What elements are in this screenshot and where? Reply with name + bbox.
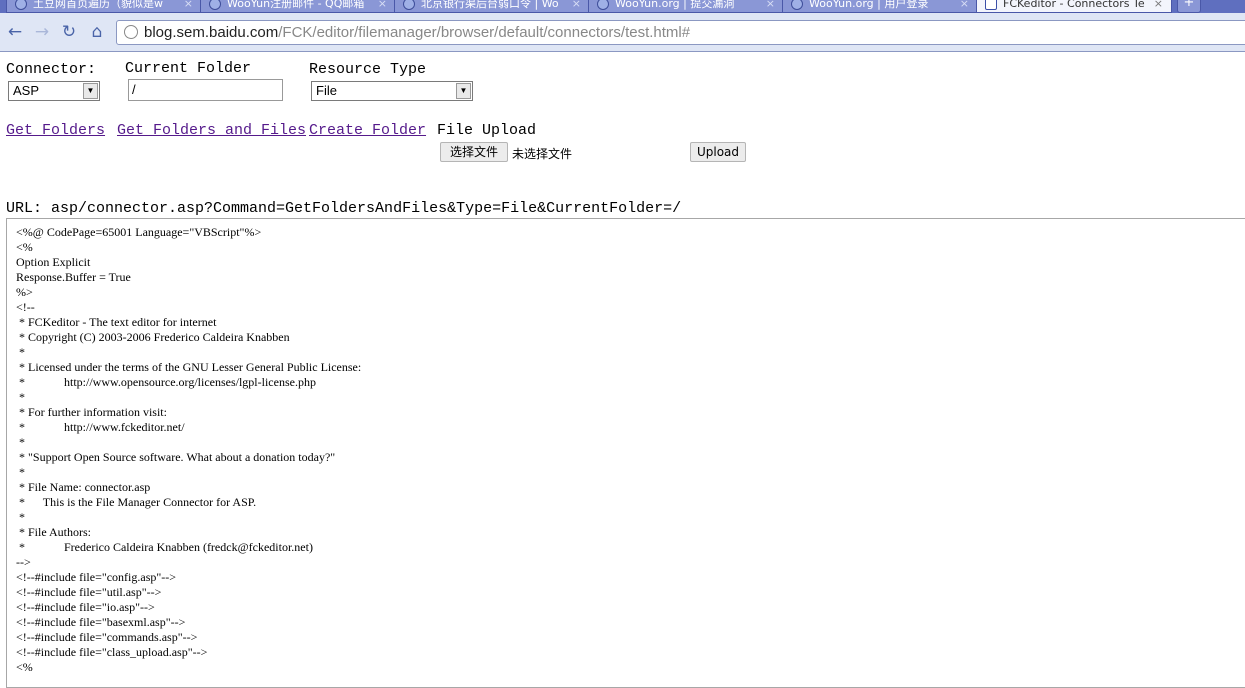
globe-icon xyxy=(124,25,138,39)
response-frame[interactable]: <%@ CodePage=65001 Language="VBScript"%>… xyxy=(6,218,1245,688)
file-upload-label: File Upload xyxy=(437,122,537,139)
tab-title: WooYun.org | 用户登录 xyxy=(809,0,929,10)
code-line: <!--#include file="commands.asp"--> xyxy=(16,630,198,644)
address-bar[interactable]: blog.sem.baidu.com/FCK/editor/filemanage… xyxy=(116,20,1245,45)
close-icon[interactable]: × xyxy=(184,0,193,12)
code-line: * FCKeditor - The text editor for intern… xyxy=(16,315,217,329)
response-source: <%@ CodePage=65001 Language="VBScript"%>… xyxy=(7,219,1245,675)
close-icon[interactable]: × xyxy=(766,0,775,12)
code-line: * This is the File Manager Connector for… xyxy=(16,495,257,509)
url-host: blog.sem.baidu.com xyxy=(144,24,279,41)
code-line: Option Explicit xyxy=(16,255,91,269)
code-line: * http://www.opensource.org/licenses/lgp… xyxy=(16,375,316,389)
code-line: * File Name: connector.asp xyxy=(16,480,151,494)
forward-icon[interactable]: → xyxy=(31,21,53,43)
code-line: <% xyxy=(16,660,33,674)
code-line: * Copyright (C) 2003-2006 Frederico Cald… xyxy=(16,330,290,344)
connector-label: Connector: xyxy=(6,61,97,78)
globe-icon xyxy=(791,0,803,10)
dropdown-arrow-icon: ▼ xyxy=(456,83,471,99)
request-url-line: URL: asp/connector.asp?Command=GetFolder… xyxy=(6,200,682,217)
code-line: * xyxy=(16,465,25,479)
upload-button[interactable]: Upload xyxy=(690,142,746,162)
browser-tab-6[interactable]: FCKeditor - Connectors Te × xyxy=(976,0,1172,13)
tab-title: 北京银行渠后台弱口令 | Wo xyxy=(421,0,559,10)
close-icon[interactable]: × xyxy=(572,0,581,12)
code-line: Response.Buffer = True xyxy=(16,270,131,284)
chrome-icon xyxy=(209,0,221,10)
dropdown-arrow-icon: ▼ xyxy=(83,83,98,99)
resource-type-select[interactable]: File ▼ xyxy=(311,81,473,101)
tab-strip: 土豆网首页遍历（貌似是w × WooYun注册邮件 - QQ邮箱 × 北京银行渠… xyxy=(0,0,1245,13)
close-icon[interactable]: × xyxy=(378,0,387,12)
current-folder-label: Current Folder xyxy=(125,60,252,77)
browser-tab-3[interactable]: 北京银行渠后台弱口令 | Wo × xyxy=(394,0,590,13)
code-line: * "Support Open Source software. What ab… xyxy=(16,450,336,464)
browser-tab-5[interactable]: WooYun.org | 用户登录 × xyxy=(782,0,978,13)
tab-title: 土豆网首页遍历（貌似是w xyxy=(33,0,163,10)
globe-icon xyxy=(403,0,415,10)
code-line: * xyxy=(16,390,25,404)
close-icon[interactable]: × xyxy=(1154,0,1163,12)
close-icon[interactable]: × xyxy=(960,0,969,12)
code-line: %> xyxy=(16,285,33,299)
code-line: <!--#include file="io.asp"--> xyxy=(16,600,155,614)
tab-title: FCKeditor - Connectors Te xyxy=(1003,0,1145,10)
page-content: Connector: ASP ▼ Current Folder / Resour… xyxy=(0,52,1245,688)
code-line: * xyxy=(16,435,25,449)
code-line: <!--#include file="config.asp"--> xyxy=(16,570,177,584)
code-line: * Licensed under the terms of the GNU Le… xyxy=(16,360,362,374)
code-line: * For further information visit: xyxy=(16,405,167,419)
url-path: /FCK/editor/filemanager/browser/default/… xyxy=(278,24,691,41)
code-line: --> xyxy=(16,555,31,569)
connector-value: ASP xyxy=(13,83,40,98)
current-folder-input[interactable]: / xyxy=(128,79,283,101)
code-line: * File Authors: xyxy=(16,525,92,539)
browser-tab-2[interactable]: WooYun注册邮件 - QQ邮箱 × xyxy=(200,0,396,13)
get-folders-and-files-link[interactable]: Get Folders and Files xyxy=(117,122,306,140)
code-line: <% xyxy=(16,240,33,254)
reload-icon[interactable]: ↻ xyxy=(58,21,80,43)
code-line: <!--#include file="basexml.asp"--> xyxy=(16,615,186,629)
tab-title: WooYun注册邮件 - QQ邮箱 xyxy=(227,0,365,10)
code-line: * http://www.fckeditor.net/ xyxy=(16,420,185,434)
code-line: * xyxy=(16,510,25,524)
code-line: * Frederico Caldeira Knabben (fredck@fck… xyxy=(16,540,313,554)
code-line: <!-- xyxy=(16,300,35,314)
new-tab-button[interactable]: + xyxy=(1177,0,1201,13)
code-line: <!--#include file="class_upload.asp"--> xyxy=(16,645,208,659)
resource-type-value: File xyxy=(316,83,337,98)
browser-tab-4[interactable]: WooYun.org | 提交漏洞 × xyxy=(588,0,784,13)
no-file-chosen-text: 未选择文件 xyxy=(512,147,573,161)
back-icon[interactable]: ← xyxy=(4,21,26,43)
code-line: <%@ CodePage=65001 Language="VBScript"%> xyxy=(16,225,262,239)
get-folders-link[interactable]: Get Folders xyxy=(6,122,105,140)
tab-title: WooYun.org | 提交漏洞 xyxy=(615,0,735,10)
browser-tab-1[interactable]: 土豆网首页遍历（貌似是w × xyxy=(6,0,202,13)
code-line: <!--#include file="util.asp"--> xyxy=(16,585,162,599)
resource-type-label: Resource Type xyxy=(309,61,427,78)
connector-select[interactable]: ASP ▼ xyxy=(8,81,100,101)
fckeditor-icon xyxy=(985,0,997,10)
home-icon[interactable]: ⌂ xyxy=(86,21,108,43)
create-folder-link[interactable]: Create Folder xyxy=(309,122,426,140)
globe-icon xyxy=(15,0,27,10)
code-line: * xyxy=(16,345,25,359)
browser-toolbar: ← → ↻ ⌂ blog.sem.baidu.com/FCK/editor/fi… xyxy=(0,13,1245,52)
choose-file-button[interactable]: 选择文件 xyxy=(440,142,508,162)
globe-icon xyxy=(597,0,609,10)
